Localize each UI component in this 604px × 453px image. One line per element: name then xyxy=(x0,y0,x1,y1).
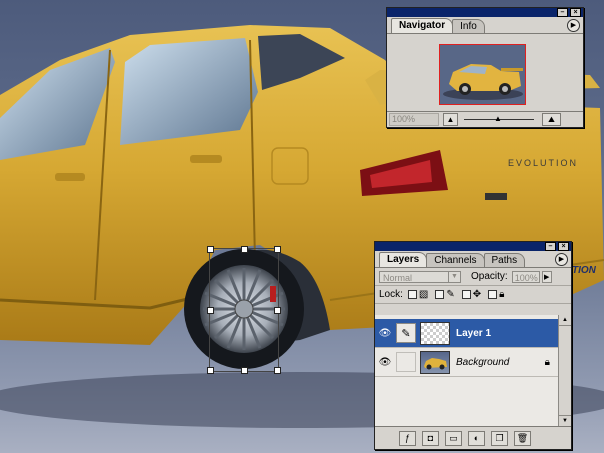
layers-titlebar[interactable]: – × xyxy=(375,242,571,251)
lock-all-checkbox[interactable] xyxy=(488,290,498,299)
layers-scrollbar[interactable]: ▲ ▼ xyxy=(558,315,571,426)
layer-thumbnail xyxy=(420,321,450,345)
opacity-field[interactable]: 100% xyxy=(511,270,540,283)
slider-thumb-icon[interactable]: ▲ xyxy=(494,114,502,123)
navigator-titlebar[interactable]: – × xyxy=(387,8,583,17)
transform-handle-bottom-right[interactable] xyxy=(274,367,281,374)
blend-row: Normal ▼ Opacity: 100% ▶ xyxy=(375,268,571,285)
layers-bottom-bar: ƒ ◘ ▭ ◐ ❐ 🗑︎ xyxy=(375,426,571,449)
lock-label: Lock: xyxy=(379,289,403,300)
palette-menu-arrow-icon[interactable]: ▶ xyxy=(555,253,568,266)
close-icon[interactable]: × xyxy=(570,8,581,17)
brush-link-icon[interactable]: ✎ xyxy=(396,323,416,343)
new-layer-icon[interactable]: ❐ xyxy=(491,430,508,446)
navigator-zoom-field[interactable]: 100% xyxy=(389,113,439,126)
scroll-down-icon[interactable]: ▼ xyxy=(559,415,571,426)
blend-mode-value: Normal xyxy=(383,272,413,283)
navigator-view-box[interactable] xyxy=(439,44,526,105)
transform-handle-bottom-left[interactable] xyxy=(207,367,214,374)
palette-menu-arrow-icon[interactable]: ▶ xyxy=(567,19,580,32)
decal-text: TION xyxy=(572,265,597,276)
opacity-slider-arrow-icon[interactable]: ▶ xyxy=(541,270,552,283)
layer-name: Layer 1 xyxy=(456,327,492,339)
transform-handle-top-right[interactable] xyxy=(274,246,281,253)
transform-bounding-box[interactable] xyxy=(207,246,281,374)
evolution-badge: EVOLUTION xyxy=(508,158,578,168)
new-set-icon[interactable]: ▭ xyxy=(445,430,462,446)
tab-channels[interactable]: Channels xyxy=(426,253,485,267)
lock-transparency-checkbox[interactable] xyxy=(407,290,417,299)
transform-handle-left[interactable] xyxy=(207,307,214,314)
trash-icon[interactable]: 🗑︎ xyxy=(514,430,531,446)
zoom-out-icon[interactable]: ▲ xyxy=(443,113,458,126)
layers-palette: – × Layers Channels Paths ▶ Normal ▼ Opa… xyxy=(374,241,572,450)
scroll-up-icon[interactable]: ▲ xyxy=(559,315,571,326)
layer-name: Background xyxy=(456,356,510,368)
layers-tabs: Layers Channels Paths ▶ xyxy=(375,251,571,268)
blend-mode-select[interactable]: Normal ▼ xyxy=(379,270,461,283)
opacity-label: Opacity: xyxy=(471,271,508,282)
transform-handle-top-left[interactable] xyxy=(207,246,214,253)
background-thumbnail-image xyxy=(424,357,447,369)
lock-icon: 🔒︎ xyxy=(544,356,550,368)
link-slot[interactable] xyxy=(396,352,416,372)
tab-navigator[interactable]: Navigator xyxy=(391,18,454,33)
chevron-down-icon[interactable]: ▼ xyxy=(448,271,460,282)
tab-layers[interactable]: Layers xyxy=(379,252,428,267)
eye-icon[interactable]: 👁︎ xyxy=(375,348,395,376)
layer-list: 👁︎ ✎ Layer 1 👁︎ Background 🔒︎ xyxy=(375,315,558,426)
layer-thumbnail xyxy=(420,350,450,374)
lock-row: Lock: ▧ ✎ ✥ 🔒︎ xyxy=(375,285,571,304)
transform-handle-top[interactable] xyxy=(241,246,248,253)
navigator-footer: 100% ▲ ▲ ⛰ xyxy=(387,111,583,127)
eye-icon[interactable]: 👁︎ xyxy=(375,319,395,347)
minimize-icon[interactable]: – xyxy=(545,242,556,251)
tab-paths[interactable]: Paths xyxy=(483,253,526,267)
zoom-in-icon[interactable]: ⛰ xyxy=(542,113,561,126)
navigator-zoom-slider[interactable]: ▲ xyxy=(464,114,534,123)
minimize-icon[interactable]: – xyxy=(557,8,568,17)
layer-row-background[interactable]: 👁︎ Background 🔒︎ xyxy=(375,348,558,377)
layer-style-icon[interactable]: ƒ xyxy=(399,430,416,446)
lock-image-checkbox[interactable] xyxy=(435,290,445,299)
navigator-palette: – × Navigator Info ▶ 100% ▲ ▲ ⛰ xyxy=(386,7,584,128)
tab-info[interactable]: Info xyxy=(452,19,485,33)
close-icon[interactable]: × xyxy=(558,242,569,251)
transparency-icon: ▧ xyxy=(418,288,429,300)
brush-icon: ✎ xyxy=(446,288,455,300)
navigator-tabs: Navigator Info ▶ xyxy=(387,17,583,34)
adjustment-layer-icon[interactable]: ◐ xyxy=(468,430,485,446)
move-icon: ✥ xyxy=(472,288,482,300)
lock-icon: 🔒︎ xyxy=(499,288,505,300)
navigator-preview-area[interactable] xyxy=(387,34,583,112)
layer-row-layer-1[interactable]: 👁︎ ✎ Layer 1 xyxy=(375,319,558,348)
lock-position-checkbox[interactable] xyxy=(461,290,471,299)
transform-handle-right[interactable] xyxy=(274,307,281,314)
transform-handle-bottom[interactable] xyxy=(241,367,248,374)
layer-mask-icon[interactable]: ◘ xyxy=(422,430,439,446)
